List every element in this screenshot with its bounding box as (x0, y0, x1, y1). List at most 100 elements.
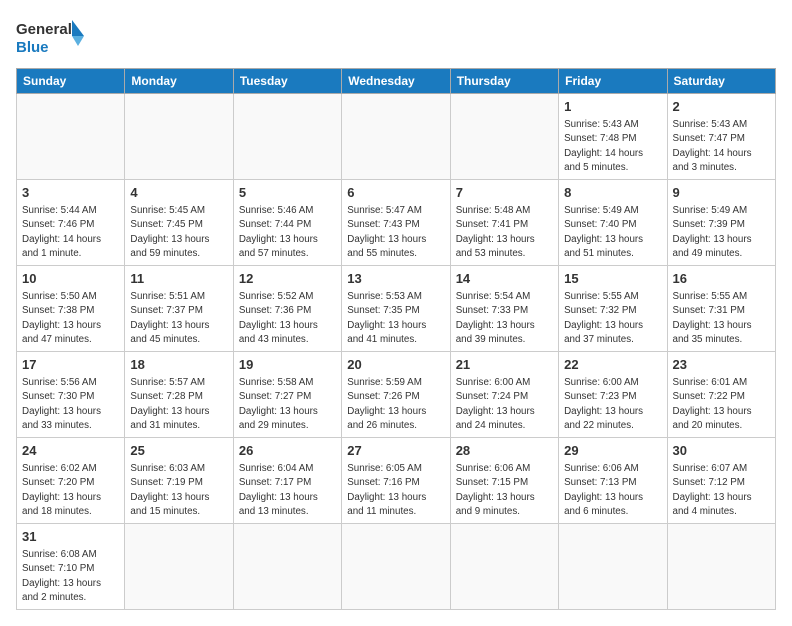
calendar-cell: 27 Sunrise: 6:05 AMSunset: 7:16 PMDayligh… (342, 438, 450, 524)
weekday-header-sunday: Sunday (17, 69, 125, 94)
calendar-cell: 4 Sunrise: 5:45 AMSunset: 7:45 PMDaylight… (125, 180, 233, 266)
weekday-header-thursday: Thursday (450, 69, 558, 94)
day-info: Sunrise: 5:49 AMSunset: 7:40 PMDaylight:… (564, 204, 661, 261)
weekday-header-monday: Monday (125, 69, 233, 94)
day-number: 12 (239, 270, 336, 288)
svg-text:Blue: Blue (16, 39, 49, 56)
calendar-cell: 11Sunrise: 5:51 AMSunset: 7:37 PMDayligh… (125, 266, 233, 352)
weekday-header-friday: Friday (559, 69, 667, 94)
day-info: Sunrise: 5:57 AMSunset: 7:28 PMDaylight:… (130, 376, 227, 433)
day-info: Sunrise: 5:44 AMSunset: 7:46 PMDaylight:… (22, 204, 119, 261)
weekday-header-tuesday: Tuesday (233, 69, 341, 94)
calendar-cell (125, 524, 233, 610)
day-number: 11 (130, 270, 227, 288)
day-number: 27 (347, 442, 444, 460)
day-number: 5 (239, 184, 336, 202)
day-number: 6 (347, 184, 444, 202)
weekday-header-saturday: Saturday (667, 69, 775, 94)
day-info: Sunrise: 6:06 AMSunset: 7:13 PMDaylight:… (564, 462, 661, 519)
calendar-cell (450, 524, 558, 610)
calendar-cell: 19 Sunrise: 5:58 AMSunset: 7:27 PMDayligh… (233, 352, 341, 438)
day-number: 8 (564, 184, 661, 202)
calendar-cell: 25 Sunrise: 6:03 AMSunset: 7:19 PMDayligh… (125, 438, 233, 524)
calendar-week-6: 31 Sunrise: 6:08 AMSunset: 7:10 PMDayligh… (17, 524, 776, 610)
calendar-cell (233, 94, 341, 180)
day-info: Sunrise: 5:54 AMSunset: 7:33 PMDaylight:… (456, 290, 553, 347)
day-info: Sunrise: 5:53 AMSunset: 7:35 PMDaylight:… (347, 290, 444, 347)
calendar-cell: 3 Sunrise: 5:44 AMSunset: 7:46 PMDaylight… (17, 180, 125, 266)
calendar-cell: 12 Sunrise: 5:52 AMSunset: 7:36 PMDayligh… (233, 266, 341, 352)
calendar-cell: 21 Sunrise: 6:00 AMSunset: 7:24 PMDayligh… (450, 352, 558, 438)
day-number: 3 (22, 184, 119, 202)
calendar-week-3: 10 Sunrise: 5:50 AMSunset: 7:38 PMDayligh… (17, 266, 776, 352)
day-info: Sunrise: 5:50 AMSunset: 7:38 PMDaylight:… (22, 290, 119, 347)
calendar-cell: 8 Sunrise: 5:49 AMSunset: 7:40 PMDaylight… (559, 180, 667, 266)
calendar-cell: 9Sunrise: 5:49 AMSunset: 7:39 PMDaylight… (667, 180, 775, 266)
day-number: 25 (130, 442, 227, 460)
calendar-cell (17, 94, 125, 180)
calendar-cell: 24 Sunrise: 6:02 AMSunset: 7:20 PMDayligh… (17, 438, 125, 524)
day-number: 22 (564, 356, 661, 374)
calendar-cell: 13 Sunrise: 5:53 AMSunset: 7:35 PMDayligh… (342, 266, 450, 352)
day-info: Sunrise: 5:48 AMSunset: 7:41 PMDaylight:… (456, 204, 553, 261)
day-info: Sunrise: 5:49 AMSunset: 7:39 PMDaylight:… (673, 204, 770, 261)
day-number: 31 (22, 528, 119, 546)
day-info: Sunrise: 5:59 AMSunset: 7:26 PMDaylight:… (347, 376, 444, 433)
day-info: Sunrise: 6:08 AMSunset: 7:10 PMDaylight:… (22, 548, 119, 605)
weekday-header-row: SundayMondayTuesdayWednesdayThursdayFrid… (17, 69, 776, 94)
weekday-header-wednesday: Wednesday (342, 69, 450, 94)
day-info: Sunrise: 5:43 AMSunset: 7:47 PMDaylight:… (673, 118, 770, 175)
day-info: Sunrise: 6:02 AMSunset: 7:20 PMDaylight:… (22, 462, 119, 519)
day-info: Sunrise: 5:52 AMSunset: 7:36 PMDaylight:… (239, 290, 336, 347)
calendar-cell: 22 Sunrise: 6:00 AMSunset: 7:23 PMDayligh… (559, 352, 667, 438)
calendar-cell (342, 94, 450, 180)
calendar-cell: 30Sunrise: 6:07 AMSunset: 7:12 PMDayligh… (667, 438, 775, 524)
day-number: 29 (564, 442, 661, 460)
calendar-cell (559, 524, 667, 610)
day-info: Sunrise: 5:43 AMSunset: 7:48 PMDaylight:… (564, 118, 661, 175)
day-number: 26 (239, 442, 336, 460)
calendar-week-4: 17 Sunrise: 5:56 AMSunset: 7:30 PMDayligh… (17, 352, 776, 438)
calendar-cell: 15Sunrise: 5:55 AMSunset: 7:32 PMDayligh… (559, 266, 667, 352)
day-number: 21 (456, 356, 553, 374)
day-number: 10 (22, 270, 119, 288)
day-number: 19 (239, 356, 336, 374)
calendar-cell (233, 524, 341, 610)
day-number: 16 (673, 270, 770, 288)
day-info: Sunrise: 5:55 AMSunset: 7:32 PMDaylight:… (564, 290, 661, 347)
day-number: 24 (22, 442, 119, 460)
day-info: Sunrise: 5:45 AMSunset: 7:45 PMDaylight:… (130, 204, 227, 261)
calendar-cell: 14Sunrise: 5:54 AMSunset: 7:33 PMDayligh… (450, 266, 558, 352)
calendar-cell: 31 Sunrise: 6:08 AMSunset: 7:10 PMDayligh… (17, 524, 125, 610)
day-number: 13 (347, 270, 444, 288)
day-info: Sunrise: 6:03 AMSunset: 7:19 PMDaylight:… (130, 462, 227, 519)
day-info: Sunrise: 6:07 AMSunset: 7:12 PMDaylight:… (673, 462, 770, 519)
logo-svg: GeneralBlue (16, 16, 86, 60)
day-info: Sunrise: 5:58 AMSunset: 7:27 PMDaylight:… (239, 376, 336, 433)
calendar-cell: 6 Sunrise: 5:47 AMSunset: 7:43 PMDaylight… (342, 180, 450, 266)
day-info: Sunrise: 6:05 AMSunset: 7:16 PMDaylight:… (347, 462, 444, 519)
day-number: 4 (130, 184, 227, 202)
day-number: 17 (22, 356, 119, 374)
day-info: Sunrise: 5:46 AMSunset: 7:44 PMDaylight:… (239, 204, 336, 261)
calendar-cell: 7Sunrise: 5:48 AMSunset: 7:41 PMDaylight… (450, 180, 558, 266)
day-info: Sunrise: 5:56 AMSunset: 7:30 PMDaylight:… (22, 376, 119, 433)
day-number: 2 (673, 98, 770, 116)
day-info: Sunrise: 6:00 AMSunset: 7:23 PMDaylight:… (564, 376, 661, 433)
day-info: Sunrise: 6:00 AMSunset: 7:24 PMDaylight:… (456, 376, 553, 433)
day-info: Sunrise: 5:55 AMSunset: 7:31 PMDaylight:… (673, 290, 770, 347)
day-number: 28 (456, 442, 553, 460)
calendar-table: SundayMondayTuesdayWednesdayThursdayFrid… (16, 68, 776, 610)
day-info: Sunrise: 6:01 AMSunset: 7:22 PMDaylight:… (673, 376, 770, 433)
calendar-week-1: 1 Sunrise: 5:43 AMSunset: 7:48 PMDaylight… (17, 94, 776, 180)
calendar-cell (125, 94, 233, 180)
svg-text:General: General (16, 21, 72, 38)
day-info: Sunrise: 6:06 AMSunset: 7:15 PMDaylight:… (456, 462, 553, 519)
calendar-cell: 17 Sunrise: 5:56 AMSunset: 7:30 PMDayligh… (17, 352, 125, 438)
day-info: Sunrise: 5:47 AMSunset: 7:43 PMDaylight:… (347, 204, 444, 261)
day-number: 18 (130, 356, 227, 374)
day-number: 1 (564, 98, 661, 116)
calendar-cell: 26 Sunrise: 6:04 AMSunset: 7:17 PMDayligh… (233, 438, 341, 524)
calendar-cell: 16 Sunrise: 5:55 AMSunset: 7:31 PMDayligh… (667, 266, 775, 352)
day-info: Sunrise: 6:04 AMSunset: 7:17 PMDaylight:… (239, 462, 336, 519)
